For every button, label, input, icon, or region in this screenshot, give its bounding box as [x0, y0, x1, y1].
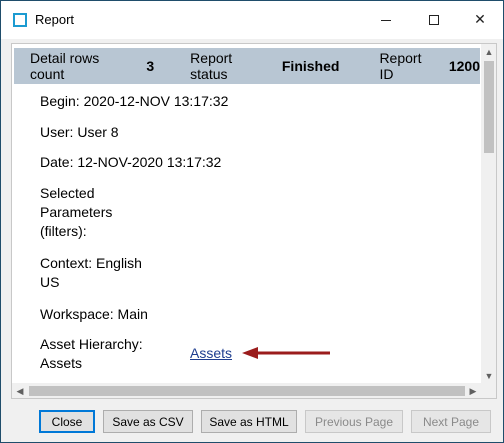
workspace-field: Workspace: Main: [40, 306, 148, 322]
maximize-button[interactable]: [411, 1, 457, 39]
window-app-icon: [13, 13, 27, 27]
next-page-button[interactable]: Next Page: [411, 410, 491, 433]
close-icon: ✕: [474, 12, 486, 28]
arrow-annotation-icon: [242, 347, 330, 359]
report-status-value: Finished: [281, 58, 340, 74]
title-bar[interactable]: Report ✕: [1, 1, 503, 39]
maximize-icon: [429, 15, 439, 25]
chevron-down-icon[interactable]: ▼: [481, 368, 496, 384]
report-status: Report status Finished: [174, 50, 339, 82]
selected-parameters-field: Selected Parameters (filters):: [40, 185, 113, 239]
detail-rows-value: 3: [146, 58, 155, 74]
report-status-label: Report status: [190, 50, 233, 82]
save-as-html-button[interactable]: Save as HTML: [201, 410, 297, 433]
detail-rows-count: Detail rows count 3: [14, 50, 154, 82]
asset-hierarchy-field: Asset Hierarchy: Assets: [40, 336, 143, 371]
chevron-right-icon[interactable]: ▶: [465, 383, 481, 398]
report-summary-bar: Detail rows count 3 Report status Finish…: [14, 48, 480, 84]
vertical-scroll-thumb[interactable]: [484, 61, 494, 153]
report-window: Report ✕ Detail rows count 3 Report stat…: [0, 0, 504, 443]
horizontal-scroll-thumb[interactable]: [29, 386, 465, 396]
report-content-pane[interactable]: Detail rows count 3 Report status Finish…: [11, 43, 497, 399]
assets-link[interactable]: Assets: [190, 344, 232, 363]
close-button[interactable]: Close: [39, 410, 95, 433]
context-field: Context: English US: [40, 255, 142, 290]
report-id-label: Report ID: [379, 50, 422, 82]
save-as-csv-button[interactable]: Save as CSV: [103, 410, 193, 433]
minimize-button[interactable]: [363, 1, 409, 39]
chevron-left-icon[interactable]: ◀: [12, 383, 28, 398]
user-field: User: User 8: [40, 124, 119, 140]
report-id: Report ID 1200: [363, 50, 480, 82]
window-title: Report: [35, 12, 75, 27]
vertical-scrollbar[interactable]: ▲ ▼: [481, 44, 496, 384]
chevron-up-icon[interactable]: ▲: [481, 44, 496, 60]
horizontal-scrollbar[interactable]: ◀ ▶: [12, 383, 481, 398]
close-window-button[interactable]: ✕: [457, 1, 503, 39]
begin-field: Begin: 2020-12-NOV 13:17:32: [40, 93, 229, 109]
previous-page-button[interactable]: Previous Page: [305, 410, 403, 433]
minimize-icon: [381, 19, 391, 21]
scrollbar-corner: [481, 383, 496, 398]
date-field: Date: 12-NOV-2020 13:17:32: [40, 154, 222, 170]
detail-rows-label: Detail rows count: [30, 50, 100, 82]
report-id-value: 1200: [448, 58, 480, 74]
